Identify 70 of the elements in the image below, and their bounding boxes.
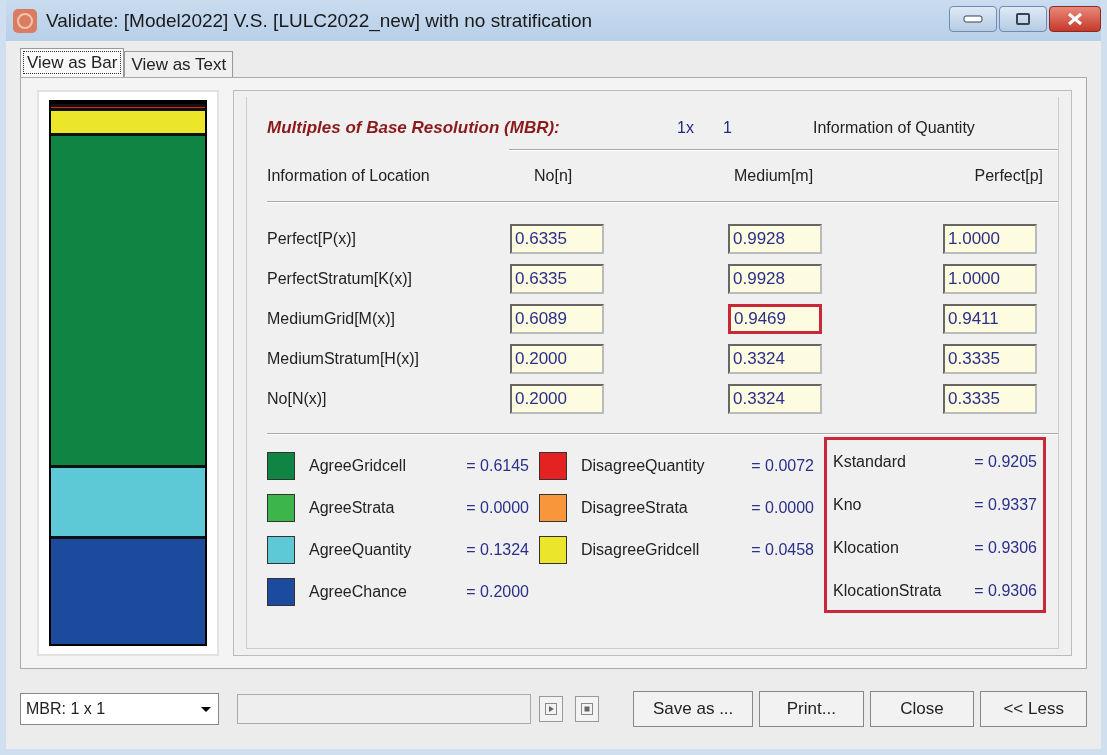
legend-label: DisagreeStrata: [581, 499, 688, 517]
value-field[interactable]: 0.6335: [510, 224, 604, 254]
kappa-label: KlocationStrata: [833, 581, 942, 600]
quantity-label: Information of Quantity: [813, 119, 975, 137]
kappa-label: Kno: [833, 495, 862, 514]
kappa-value: = 0.9205: [974, 452, 1037, 471]
value-field[interactable]: 0.2000: [510, 384, 604, 414]
column-header: No[n]: [534, 167, 573, 185]
row-label: MediumStratum[H(x)]: [267, 349, 421, 369]
tab[interactable]: View as Bar: [20, 48, 125, 77]
legend-label: AgreeGridcell: [309, 457, 406, 475]
legend-value: = 0.0000: [750, 499, 814, 517]
stop-icon: [581, 703, 594, 715]
dialog-button[interactable]: Save as ...: [633, 691, 753, 727]
legend-label: AgreeChance: [309, 583, 407, 601]
mbr-dropdown[interactable]: MBR: 1 x 1: [20, 693, 220, 725]
mbr-y-value: 1: [723, 119, 733, 137]
value-field[interactable]: 0.9928: [728, 224, 822, 254]
mbr-title: Multiples of Base Resolution (MBR):: [267, 118, 561, 138]
legend-label: AgreeStrata: [309, 499, 395, 517]
legend-value: = 0.0072: [750, 457, 814, 475]
legend-value: = 0.6145: [465, 457, 529, 475]
value-field[interactable]: 0.3324: [728, 384, 822, 414]
window-title: Validate: [Model2022] V.S. [LULC2022_new] with no stratification: [46, 9, 594, 32]
value-field[interactable]: 0.3335: [943, 344, 1037, 374]
dialog-button[interactable]: << Less: [980, 691, 1087, 727]
dialog-button[interactable]: Print...: [759, 691, 864, 727]
value-field[interactable]: 0.9411: [943, 304, 1037, 334]
column-header: Perfect[p]: [974, 167, 1043, 185]
value-field[interactable]: 1.0000: [943, 264, 1037, 294]
close-window-button[interactable]: [1049, 6, 1101, 32]
play-icon: [545, 703, 558, 715]
dialog-button[interactable]: Close: [869, 691, 975, 727]
legend-value: = 0.0000: [465, 499, 529, 517]
value-field[interactable]: 0.6335: [510, 264, 604, 294]
value-field[interactable]: 0.6089: [510, 304, 604, 334]
play-button[interactable]: [539, 696, 564, 722]
legend-label: DisagreeQuantity: [581, 457, 705, 475]
legend-value: = 0.2000: [465, 583, 529, 601]
dropdown-arrow-icon: [201, 706, 212, 712]
legend-label: AgreeQuantity: [309, 541, 412, 559]
legend-value: = 0.1324: [465, 541, 529, 559]
value-field[interactable]: 0.9928: [728, 264, 822, 294]
row-label: No[N(x)]: [267, 389, 328, 409]
value-field[interactable]: 1.0000: [943, 224, 1037, 254]
value-field[interactable]: 0.2000: [510, 344, 604, 374]
kappa-label: Kstandard: [833, 452, 906, 471]
legend-label: DisagreeGridcell: [581, 541, 700, 559]
mbr-x-label: 1x: [677, 119, 695, 137]
app-icon: [12, 7, 38, 34]
column-header: Information of Location: [267, 167, 430, 185]
kappa-value: = 0.9306: [974, 538, 1037, 557]
value-field[interactable]: 0.9469: [728, 304, 822, 334]
value-field[interactable]: 0.3335: [943, 384, 1037, 414]
row-label: MediumGrid[M(x)]: [267, 309, 396, 329]
row-label: PerfectStratum[K(x)]: [267, 269, 413, 289]
close-icon: [1067, 12, 1083, 26]
kappa-value: = 0.9337: [974, 495, 1037, 514]
stop-button[interactable]: [575, 696, 600, 722]
maximize-icon: [1016, 13, 1030, 25]
tab[interactable]: View as Text: [124, 51, 234, 77]
kappa-label: Klocation: [833, 538, 899, 557]
legend-value: = 0.0458: [750, 541, 814, 559]
value-field[interactable]: 0.3324: [728, 344, 822, 374]
kappa-value: = 0.9306: [974, 581, 1037, 600]
column-header: Medium[m]: [734, 167, 814, 185]
minimize-button[interactable]: [949, 6, 997, 32]
row-label: Perfect[P(x)]: [267, 229, 357, 249]
maximize-button[interactable]: [999, 6, 1047, 32]
minimize-icon: [963, 15, 983, 23]
